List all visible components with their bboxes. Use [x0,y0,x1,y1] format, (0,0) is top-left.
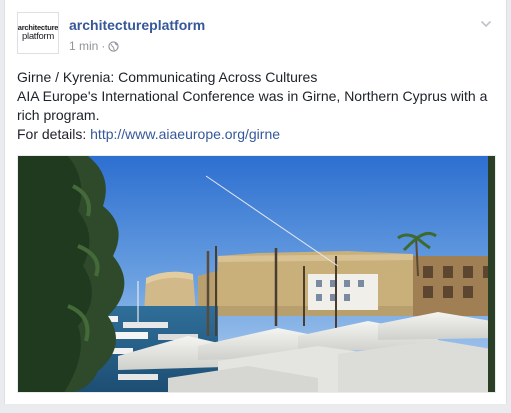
author-name[interactable]: architectureplatform [69,17,205,33]
avatar-text-line2: platform [22,31,54,42]
post-title: Girne / Kyrenia: Communicating Across Cu… [17,69,318,85]
details-link[interactable]: http://www.aiaeurope.org/girne [90,126,280,142]
chevron-down-icon[interactable] [478,16,494,32]
post-details: For details: http://www.aiaeurope.org/gi… [17,125,501,144]
harbour-photo[interactable] [17,155,496,393]
details-prefix: For details: [17,126,91,142]
post-description: AIA Europe's International Conference wa… [17,88,488,123]
globe-icon[interactable] [108,40,120,52]
meta-separator: · [101,39,106,53]
post-card: architecture platform architectureplatfo… [4,0,507,409]
timestamp[interactable]: 1 min [69,39,98,53]
feed-background [0,404,511,413]
avatar[interactable]: architecture platform [17,12,59,54]
post-meta: 1 min · [69,39,120,53]
post-header: architecture platform architectureplatfo… [17,12,496,60]
harbour-illustration [18,156,495,392]
post-text: Girne / Kyrenia: Communicating Across Cu… [17,68,501,144]
